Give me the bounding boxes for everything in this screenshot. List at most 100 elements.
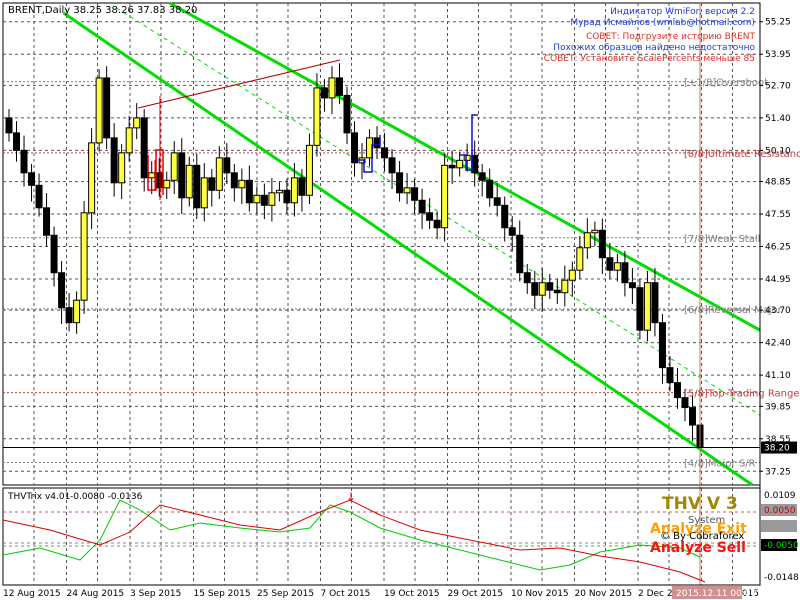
candle-body-64 [486, 179, 494, 199]
symbol-header: BRENT,Daily 38.25 38.26 37.83 38.20 [8, 5, 197, 16]
candle-body-76 [576, 247, 584, 271]
info-line-4: СОВЕТ: Установите ScalePercents меньше 8… [544, 54, 755, 64]
price-tick-9: 43.70 [765, 306, 791, 316]
time-label-0: 12 Aug 2015 [3, 589, 61, 599]
candle-body-43 [328, 77, 336, 99]
candle-body-40 [305, 144, 313, 196]
candle-body-78 [591, 229, 599, 234]
candle-body-34 [260, 194, 268, 206]
candle-body-13 [103, 77, 111, 139]
time-label-6: 19 Oct 2015 [384, 589, 440, 599]
candle-body-80 [606, 257, 614, 271]
candle-body-38 [290, 177, 298, 204]
candle-body-11 [88, 142, 96, 214]
candle-body-84 [636, 287, 644, 331]
candle-body-3 [28, 172, 36, 186]
price-tick-4: 50.10 [765, 146, 791, 156]
info-line-0: Индикатор WmiFor, версия 2.2 [610, 7, 755, 17]
candle-body-10 [80, 212, 88, 301]
candle-body-39 [298, 177, 306, 196]
signal-arrow-icon: ↓ [346, 490, 356, 504]
price-tick-5: 48.85 [765, 178, 791, 188]
time-label-9: 20 Nov 2015 [575, 589, 633, 599]
candle-body-88 [666, 367, 674, 384]
candle-body-12 [95, 77, 103, 144]
candle-body-79 [598, 229, 606, 259]
last-price-label: 38.20 [764, 444, 790, 454]
candle-body-37 [283, 189, 291, 204]
candle-body-42 [320, 87, 328, 99]
candle-body-54 [411, 187, 419, 201]
candle-body-73 [553, 289, 561, 294]
osc-level-lower-label: -0.0050 [764, 541, 799, 551]
osc-tick-top: 0.0109 [764, 491, 796, 501]
candle-body-46 [351, 132, 358, 164]
candle-body-35 [268, 192, 276, 206]
candle-body-52 [396, 172, 404, 194]
price-tick-0: 55.25 [765, 18, 791, 28]
info-line-1: Мурад Исмайлов (wmlab@hotmail.com) [570, 18, 755, 28]
info-line-2: СОВЕТ: Подгрузите историю BRENT [586, 32, 756, 42]
murrey-label-0: [+1/8]Overshoot [684, 78, 768, 89]
candle-body-22 [170, 152, 178, 181]
candle-body-65 [493, 197, 501, 206]
candle-body-83 [628, 282, 636, 289]
candle-body-71 [538, 282, 546, 296]
price-tick-3: 51.40 [765, 114, 791, 124]
candle-body-26 [200, 177, 208, 209]
candle-body-0 [5, 117, 13, 134]
candle-body-36 [275, 189, 283, 194]
murrey-label-4: [5/8]Top Trading Range [684, 389, 800, 400]
price-tick-14: 37.25 [765, 467, 791, 477]
candle-body-19 [148, 172, 156, 179]
time-label-3: 15 Sep 2015 [194, 589, 251, 599]
candle-body-15 [118, 152, 126, 184]
cursor-date-label: 2015.12.11 00:00 [676, 589, 757, 599]
time-label-7: 29 Oct 2015 [448, 589, 504, 599]
candle-body-49 [373, 137, 381, 149]
candle-body-4 [35, 184, 43, 209]
osc-value-box [761, 520, 797, 532]
candle-body-57 [433, 219, 441, 229]
candle-body-31 [238, 179, 246, 189]
candle-body-66 [501, 204, 509, 229]
candle-body-68 [516, 234, 524, 274]
price-tick-8: 44.95 [765, 275, 791, 285]
thv-title: THV V 3 [662, 494, 738, 514]
candle-body-81 [613, 262, 621, 271]
price-tick-12: 39.85 [765, 402, 791, 412]
candle-body-75 [568, 269, 576, 281]
candle-body-25 [193, 164, 201, 209]
candle-body-85 [643, 282, 651, 331]
price-tick-6: 47.55 [765, 210, 791, 220]
oscillator-values: -0.0080 -0.0136 [70, 492, 143, 502]
oscillator-name: THVTrix v4.01 [7, 492, 70, 502]
candle-body-30 [230, 172, 238, 189]
candle-body-60 [456, 159, 464, 169]
candle-body-28 [215, 157, 223, 191]
candle-body-44 [335, 77, 343, 96]
candle-body-41 [313, 87, 321, 146]
candle-body-29 [223, 157, 231, 174]
candle-body-32 [245, 179, 253, 204]
time-label-2: 3 Sep 2015 [130, 589, 181, 599]
candle-body-18 [140, 117, 148, 179]
time-label-8: 10 Nov 2015 [511, 589, 569, 599]
candle-body-23 [178, 152, 186, 199]
trading-chart[interactable]: BRENT,Daily 38.25 38.26 37.83 38.20 Инди… [0, 0, 800, 600]
candle-body-70 [531, 282, 539, 296]
candle-body-74 [561, 279, 569, 294]
candle-body-50 [381, 147, 389, 159]
info-line-3: Похожих образцов найдено недостаточно [553, 43, 755, 53]
time-label-4: 25 Sep 2015 [257, 589, 314, 599]
candle-body-72 [546, 282, 554, 291]
candle-body-33 [253, 194, 261, 204]
price-tick-11: 41.10 [765, 371, 791, 381]
candle-body-1 [13, 132, 21, 151]
murrey-label-2: [7/8]Weak Stall [684, 234, 760, 245]
candle-body-16 [125, 127, 133, 154]
candle-body-58 [441, 164, 449, 229]
murrey-label-5: [4/8]Major S/R [684, 459, 756, 470]
candle-body-53 [403, 187, 411, 194]
time-label-5: 7 Oct 2015 [321, 589, 371, 599]
